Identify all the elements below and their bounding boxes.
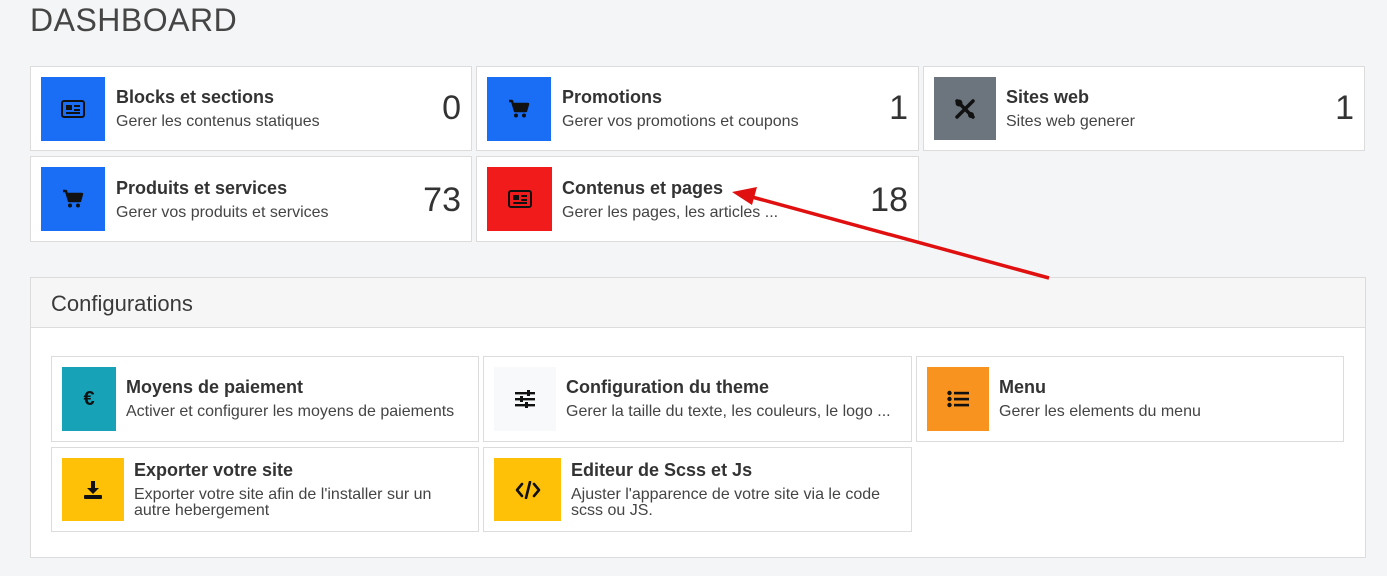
- stat-card-title: Contenus et pages: [562, 178, 724, 198]
- config-card-description: Gerer les elements du menu: [999, 403, 1201, 420]
- sliders-icon: [494, 367, 556, 431]
- config-card-title: Menu: [999, 377, 1046, 397]
- list-icon: [927, 367, 989, 431]
- stat-card-description: Gerer les contenus statiques: [116, 113, 320, 130]
- config-card-theme[interactable]: Configuration du theme Gerer la taille d…: [483, 356, 912, 442]
- stat-card-contenus[interactable]: Contenus et pages Gerer les pages, les a…: [476, 156, 919, 242]
- euro-icon: €: [62, 367, 116, 431]
- stat-card-count: 18: [870, 181, 908, 219]
- config-card-title: Editeur de Scss et Js: [571, 460, 753, 480]
- stat-card-sites-web[interactable]: Sites web Sites web generer 1: [923, 66, 1365, 151]
- code-icon: [494, 458, 561, 521]
- page-title: DASHBOARD: [30, 2, 238, 38]
- download-icon: [62, 458, 124, 521]
- config-card-description: Activer et configurer les moyens de paie…: [126, 403, 455, 420]
- stat-card-title: Blocks et sections: [116, 87, 275, 107]
- stat-card-title: Sites web: [1006, 87, 1090, 107]
- config-card-paiement[interactable]: € Moyens de paiement Activer et configur…: [51, 356, 479, 442]
- stat-card-title: Produits et services: [116, 178, 288, 198]
- configurations-title: Configurations: [51, 291, 193, 316]
- newspaper-icon: [41, 77, 105, 141]
- stat-card-promotions[interactable]: Promotions Gerer vos promotions et coupo…: [476, 66, 919, 151]
- stat-card-description: Gerer les pages, les articles ...: [562, 204, 779, 221]
- config-card-description: Gerer la taille du texte, les couleurs, …: [566, 403, 891, 420]
- tools-icon: [934, 77, 996, 140]
- config-card-description: Exporter votre site afin de l'installer …: [134, 486, 432, 519]
- config-card-title: Configuration du theme: [566, 377, 769, 397]
- stat-card-count: 1: [889, 89, 908, 127]
- stat-card-blocks[interactable]: Blocks et sections Gerer les contenus st…: [30, 66, 472, 151]
- configurations-header: Configurations: [31, 278, 1365, 328]
- stat-card-description: Gerer vos produits et services: [116, 204, 329, 221]
- config-card-title: Moyens de paiement: [126, 377, 304, 397]
- config-card-editeur[interactable]: Editeur de Scss et Js Ajuster l'apparenc…: [483, 447, 912, 532]
- newspaper-icon: [487, 167, 552, 231]
- stat-card-description: Gerer vos promotions et coupons: [562, 113, 799, 130]
- stat-card-count: 73: [423, 181, 461, 219]
- cart-icon: [41, 167, 105, 231]
- config-card-title: Exporter votre site: [134, 460, 294, 480]
- stat-card-produits[interactable]: Produits et services Gerer vos produits …: [30, 156, 472, 242]
- config-card-exporter[interactable]: Exporter votre site Exporter votre site …: [51, 447, 479, 532]
- stat-card-count: 1: [1335, 89, 1354, 127]
- cart-icon: [487, 77, 551, 141]
- stat-card-description: Sites web generer: [1006, 113, 1135, 130]
- config-card-menu[interactable]: Menu Gerer les elements du menu: [916, 356, 1344, 442]
- stat-card-title: Promotions: [562, 87, 663, 107]
- config-card-description: Ajuster l'apparence de votre site via le…: [571, 486, 881, 519]
- stat-card-count: 0: [442, 89, 461, 127]
